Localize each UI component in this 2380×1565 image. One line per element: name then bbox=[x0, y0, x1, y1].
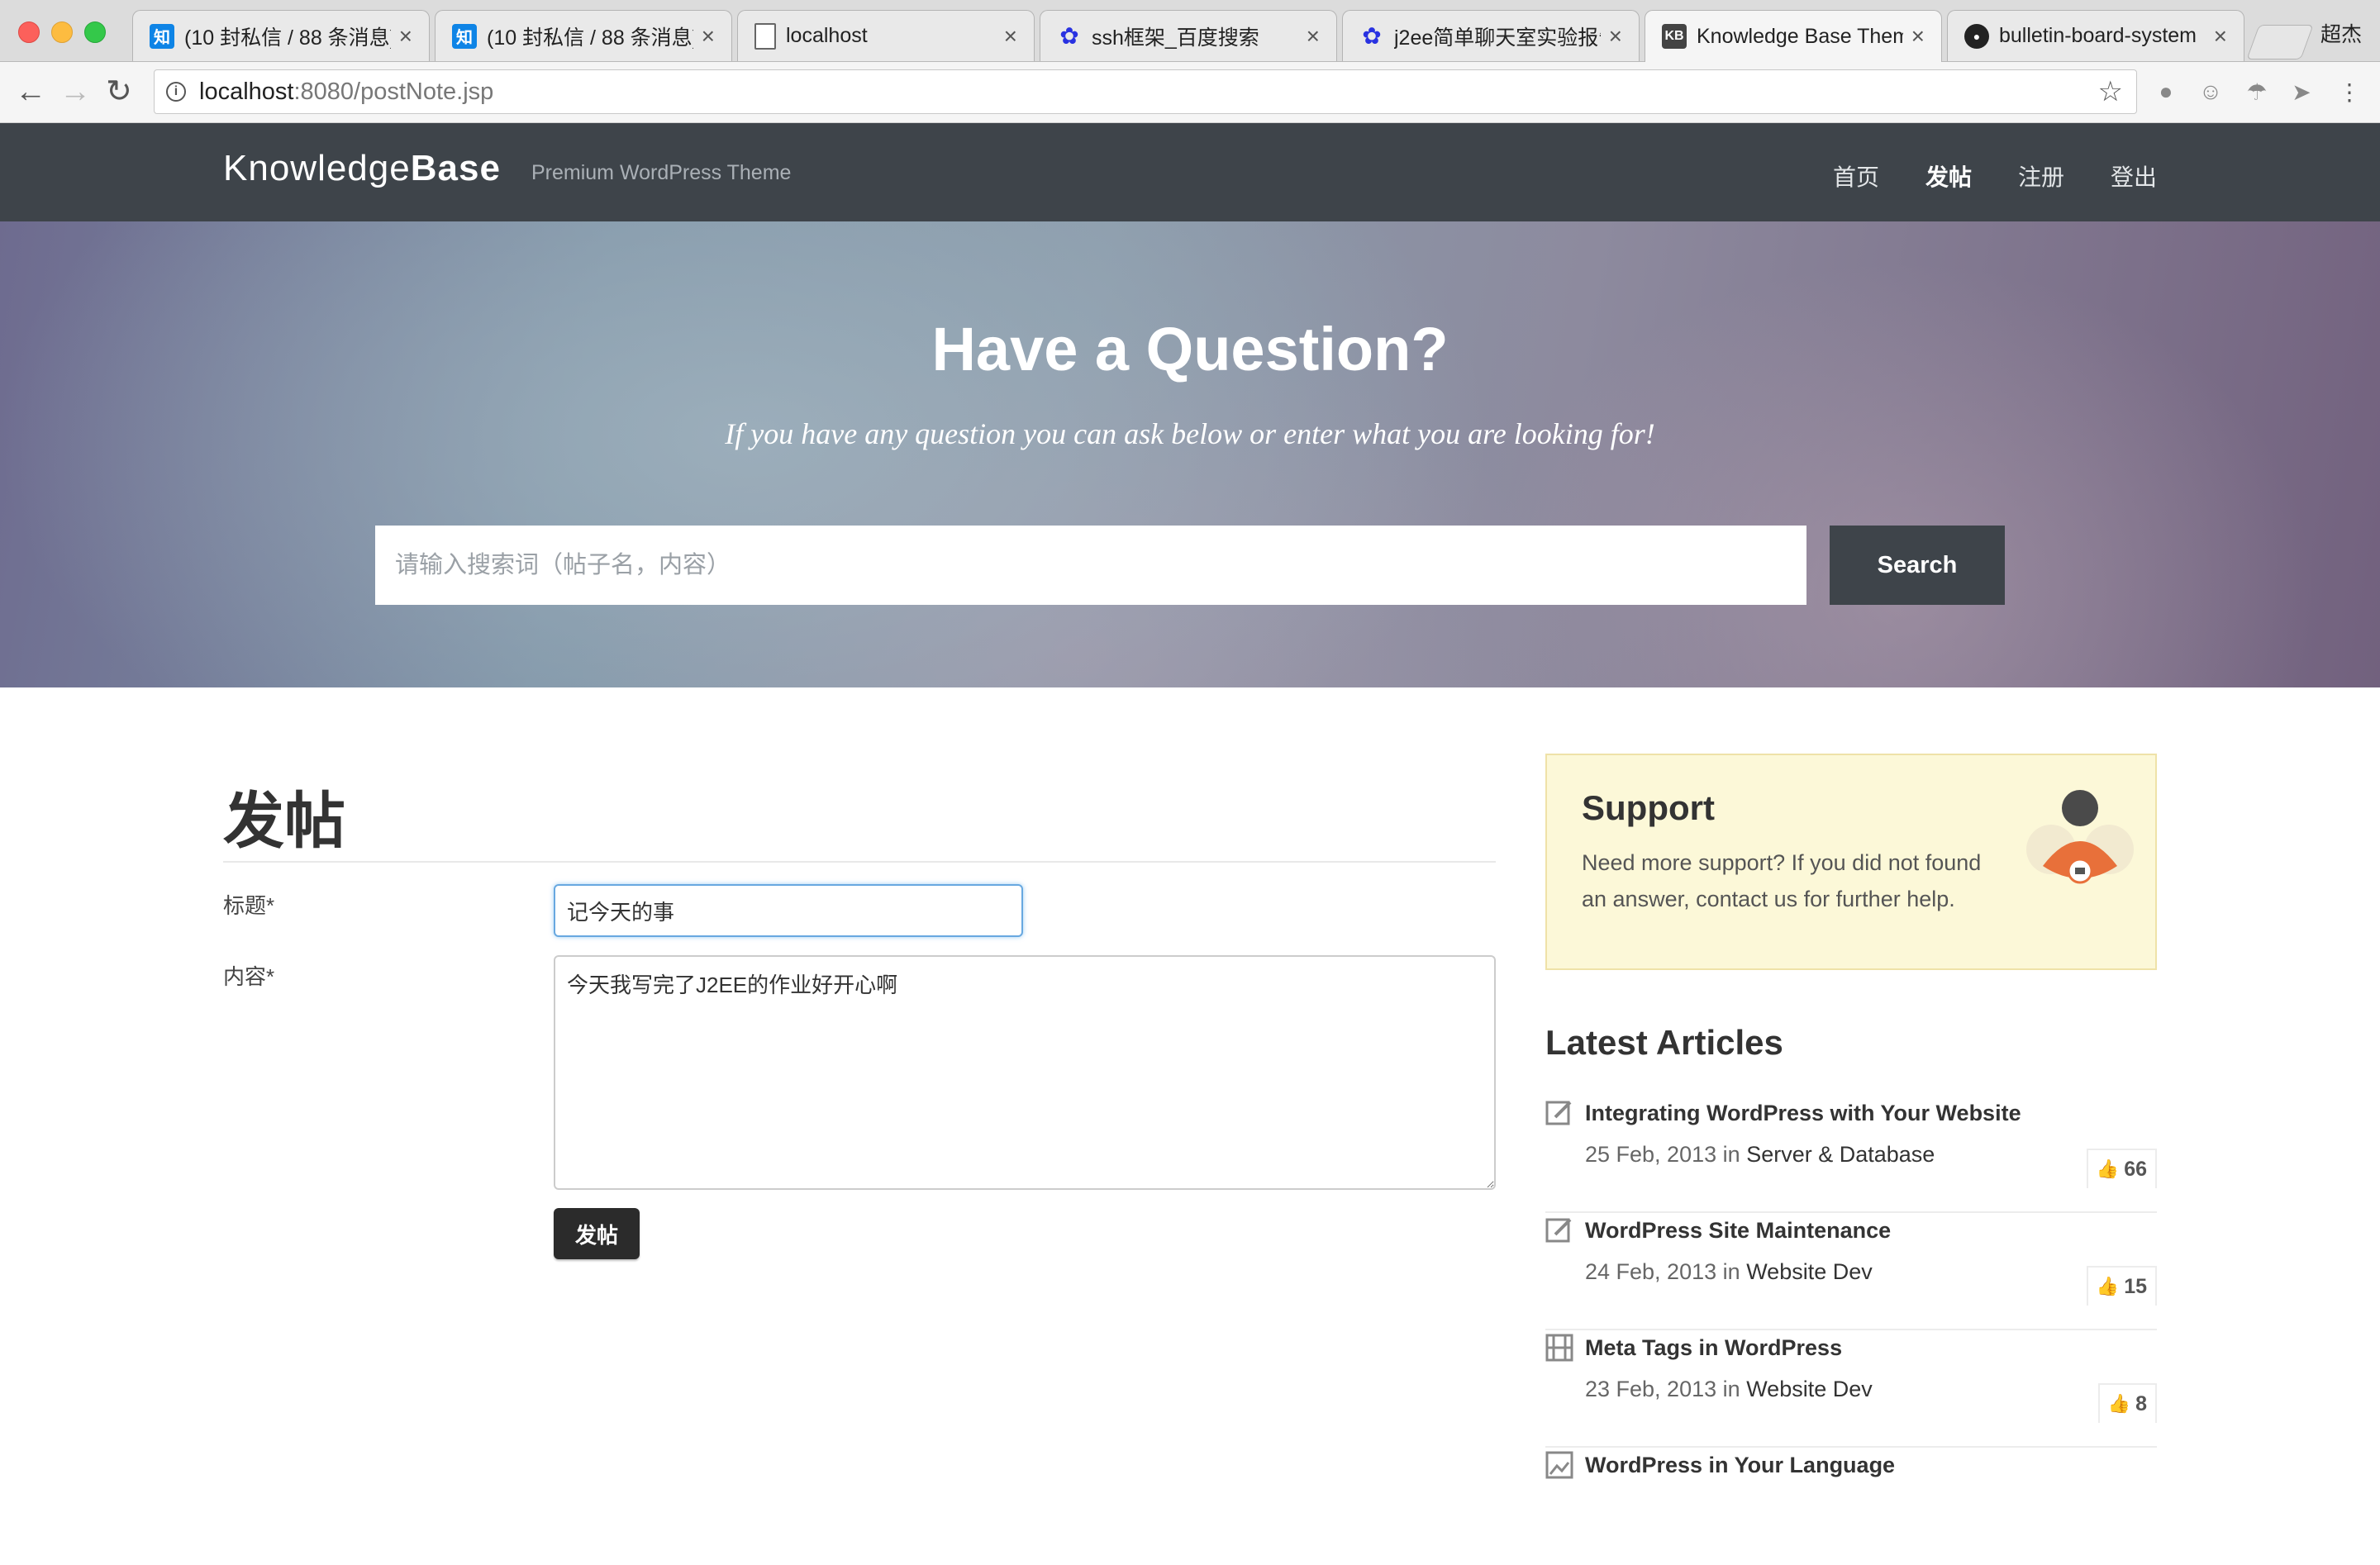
browser-tab[interactable]: ● bulletin-board-system × bbox=[1947, 10, 2244, 61]
content-label: 内容* bbox=[223, 964, 275, 989]
nav-home[interactable]: 首页 bbox=[1833, 159, 1879, 193]
browser-tab[interactable]: ✿ ssh框架_百度搜索 × bbox=[1040, 10, 1337, 61]
page-title: 发帖 bbox=[223, 787, 345, 855]
close-icon[interactable]: × bbox=[399, 23, 412, 50]
title-label: 标题* bbox=[223, 893, 275, 918]
tab-title: ssh框架_百度搜索 bbox=[1092, 26, 1259, 50]
new-tab-button[interactable] bbox=[2246, 25, 2314, 59]
tab-title: bulletin-board-system bbox=[1999, 24, 2197, 47]
article-item: Meta Tags in WordPress 23 Feb, 2013 in W… bbox=[1545, 1330, 2157, 1448]
nav-register[interactable]: 注册 bbox=[2018, 159, 2064, 193]
extension-icon[interactable]: ☺ bbox=[2197, 78, 2225, 107]
support-agent-icon bbox=[2026, 790, 2134, 884]
close-icon[interactable]: × bbox=[2214, 23, 2227, 50]
reload-icon[interactable]: ↻ bbox=[106, 75, 132, 108]
tab-title: (10 封私信 / 88 条消息) bbox=[487, 26, 693, 50]
tab-title: j2ee简单聊天室实验报告 bbox=[1394, 26, 1601, 50]
article-category-link[interactable]: Website Dev bbox=[1746, 1259, 1873, 1284]
thumbs-up-icon: 👍 bbox=[2096, 1158, 2120, 1179]
article-category-link[interactable]: Server & Database bbox=[1746, 1142, 1935, 1167]
browser-tab-active[interactable]: KB Knowledge Base Theme × bbox=[1645, 10, 1942, 62]
search-button[interactable]: Search bbox=[1830, 526, 2005, 605]
forward-icon[interactable]: → bbox=[60, 75, 91, 108]
menu-icon[interactable]: ⋮ bbox=[2335, 78, 2363, 107]
article-meta: 24 Feb, 2013 in Website Dev bbox=[1585, 1259, 1873, 1284]
edit-icon bbox=[1545, 1218, 1572, 1243]
article-category-link[interactable]: Website Dev bbox=[1746, 1377, 1873, 1401]
thumbs-up-icon: 👍 bbox=[2096, 1276, 2120, 1296]
support-text: Need more support? If you did not found … bbox=[1582, 850, 1982, 911]
hero-banner: Have a Question? If you have any questio… bbox=[0, 221, 2380, 687]
article-meta: 23 Feb, 2013 in Website Dev bbox=[1585, 1377, 1873, 1401]
divider bbox=[223, 861, 1496, 863]
search-input[interactable] bbox=[375, 526, 1806, 605]
article-title-link[interactable]: WordPress Site Maintenance bbox=[1585, 1218, 1891, 1244]
knowledge-base-icon: KB bbox=[1662, 24, 1687, 49]
baidu-paw-icon: ✿ bbox=[1362, 23, 1382, 49]
address-bar[interactable]: i localhost:8080/postNote.jsp ☆ bbox=[154, 69, 2137, 114]
article-item: WordPress Site Maintenance 24 Feb, 2013 … bbox=[1545, 1213, 2157, 1330]
hero-title: Have a Question? bbox=[931, 315, 1449, 383]
document-icon bbox=[754, 22, 776, 50]
window-close-button[interactable] bbox=[18, 21, 40, 43]
support-heading: Support bbox=[1582, 788, 1715, 827]
content-field[interactable]: 今天我写完了J2EE的作业好开心啊 bbox=[554, 955, 1496, 1190]
nav-logout[interactable]: 登出 bbox=[2111, 159, 2157, 193]
site-logo[interactable]: KnowledgeBase bbox=[223, 148, 501, 189]
tab-title: Knowledge Base Theme bbox=[1697, 24, 1903, 48]
close-icon[interactable]: × bbox=[1004, 23, 1017, 50]
info-icon[interactable]: i bbox=[166, 82, 186, 102]
film-icon bbox=[1545, 1334, 1573, 1362]
browser-toolbar: ← → ↻ i localhost:8080/postNote.jsp ☆ ● … bbox=[0, 62, 2380, 123]
close-icon[interactable]: × bbox=[1911, 23, 1925, 50]
close-icon[interactable]: × bbox=[702, 23, 715, 50]
main-nav: 首页 发帖 注册 登出 bbox=[1833, 159, 2157, 193]
hero-subtitle: If you have any question you can ask bel… bbox=[725, 417, 1655, 450]
browser-tab[interactable]: localhost × bbox=[737, 10, 1035, 61]
window-minimize-button[interactable] bbox=[51, 21, 73, 43]
image-icon bbox=[1545, 1451, 1573, 1479]
zhihu-icon: 知 bbox=[150, 23, 174, 49]
close-icon[interactable]: × bbox=[1609, 23, 1622, 50]
site-tagline: Premium WordPress Theme bbox=[531, 161, 792, 184]
article-meta: 25 Feb, 2013 in Server & Database bbox=[1585, 1142, 1935, 1167]
tab-title: localhost bbox=[786, 24, 868, 47]
article-item: Integrating WordPress with Your Website … bbox=[1545, 1096, 2157, 1213]
article-title-link[interactable]: WordPress in Your Language bbox=[1585, 1453, 1895, 1478]
extension-icon[interactable]: ➤ bbox=[2287, 78, 2316, 107]
thumbs-up-icon: 👍 bbox=[2107, 1393, 2131, 1414]
tab-title: (10 封私信 / 88 条消息) bbox=[184, 26, 391, 50]
github-icon: ● bbox=[1964, 23, 1989, 49]
browser-tab[interactable]: 知 (10 封私信 / 88 条消息) × bbox=[132, 10, 430, 61]
latest-articles-heading: Latest Articles bbox=[1545, 1023, 1783, 1062]
article-title-link[interactable]: Integrating WordPress with Your Website bbox=[1585, 1101, 2021, 1126]
like-count[interactable]: 👍 66 bbox=[2086, 1149, 2157, 1188]
site-header: KnowledgeBase Premium WordPress Theme 首页… bbox=[0, 123, 2380, 221]
extension-icon[interactable]: ● bbox=[2152, 78, 2180, 107]
star-icon[interactable]: ☆ bbox=[2098, 75, 2123, 108]
profile-name[interactable]: 超杰 bbox=[2320, 18, 2362, 48]
like-count[interactable]: 👍 8 bbox=[2097, 1383, 2157, 1423]
support-box: Support Need more support? If you did no… bbox=[1545, 754, 2157, 970]
title-field[interactable] bbox=[554, 884, 1023, 937]
url-text[interactable]: localhost:8080/postNote.jsp bbox=[199, 78, 493, 106]
nav-post[interactable]: 发帖 bbox=[1925, 159, 1972, 193]
edit-icon bbox=[1545, 1101, 1572, 1125]
back-icon[interactable]: ← bbox=[15, 75, 46, 108]
article-item: WordPress in Your Language bbox=[1545, 1448, 2157, 1565]
like-count[interactable]: 👍 15 bbox=[2086, 1266, 2157, 1306]
article-title-link[interactable]: Meta Tags in WordPress bbox=[1585, 1335, 1842, 1361]
zhihu-icon: 知 bbox=[452, 23, 477, 49]
browser-tab[interactable]: ✿ j2ee简单聊天室实验报告 × bbox=[1342, 10, 1640, 61]
submit-post-button[interactable]: 发帖 bbox=[554, 1208, 640, 1259]
extension-icon[interactable]: ☂ bbox=[2243, 78, 2271, 107]
baidu-paw-icon: ✿ bbox=[1059, 23, 1079, 49]
browser-tab-bar: 知 (10 封私信 / 88 条消息) × 知 (10 封私信 / 88 条消息… bbox=[0, 0, 2380, 62]
window-maximize-button[interactable] bbox=[84, 21, 106, 43]
close-icon[interactable]: × bbox=[1307, 23, 1320, 50]
browser-tab[interactable]: 知 (10 封私信 / 88 条消息) × bbox=[435, 10, 732, 61]
